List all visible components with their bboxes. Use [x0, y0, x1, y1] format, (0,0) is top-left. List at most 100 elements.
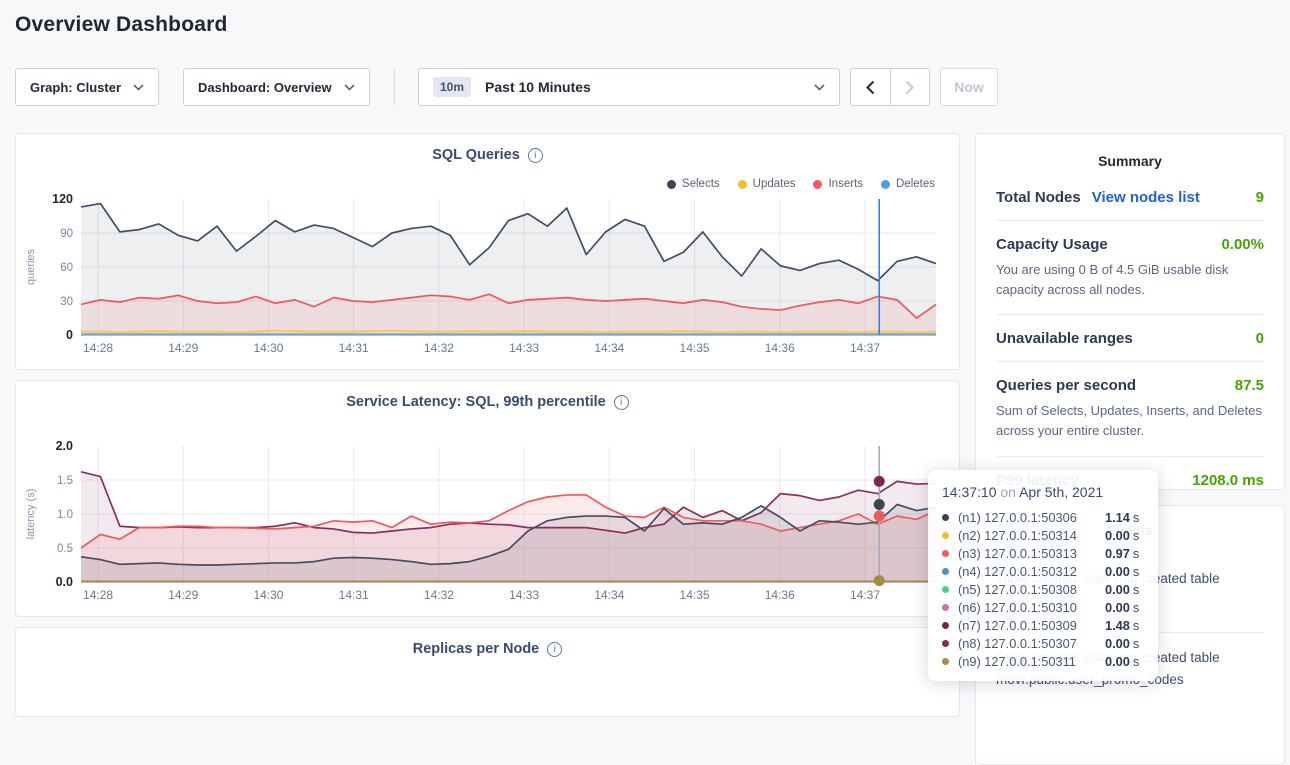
legend-dot-icon: [667, 180, 676, 189]
info-icon[interactable]: i: [528, 148, 543, 163]
tooltip-node-value: 1.14: [1105, 510, 1130, 525]
summary-rows: Total NodesView nodes list9 Capacity Usag…: [976, 174, 1284, 503]
summary-row: Queries per second87.5 Sum of Selects, Up…: [996, 362, 1264, 456]
tooltip-node-value: 0.00: [1105, 528, 1130, 543]
svg-text:14:32: 14:32: [424, 588, 454, 602]
service-latency-chart[interactable]: 14:2814:2914:3014:3114:3214:3314:3414:35…: [16, 436, 961, 616]
tooltip-node-label: (n1) 127.0.0.1:50306: [958, 510, 1105, 525]
chevron-right-icon: [905, 80, 914, 95]
tooltip-node-value: 0.00: [1105, 600, 1130, 615]
series-dot-icon: [942, 658, 949, 665]
tooltip-node-value: 0.00: [1105, 636, 1130, 651]
view-nodes-link[interactable]: View nodes list: [1092, 189, 1200, 206]
tooltip-node-value: 0.00: [1105, 564, 1130, 579]
tooltip-row: (n2) 127.0.0.1:503140.00s: [942, 526, 1144, 544]
tooltip-node-unit: s: [1133, 564, 1139, 579]
tooltip-rows: (n1) 127.0.0.1:503061.14 s (n2) 127.0.0.1:…: [942, 508, 1144, 670]
svg-text:14:36: 14:36: [765, 341, 795, 355]
tooltip-node-unit: s: [1133, 636, 1139, 651]
tooltip-timestamp: 14:37:10 on Apr 5th, 2021: [942, 484, 1144, 500]
tooltip-node-unit: s: [1133, 618, 1139, 633]
tooltip-conjunction: on: [1000, 484, 1016, 500]
chevron-down-icon: [814, 78, 825, 96]
series-dot-icon: [942, 550, 949, 557]
svg-text:0.5: 0.5: [57, 543, 73, 555]
chart-title-text: Service Latency: SQL, 99th percentile: [346, 394, 606, 410]
dashboard-dropdown-label: Dashboard: Overview: [198, 80, 332, 95]
svg-text:1.0: 1.0: [57, 509, 73, 521]
summary-panel: Summary Total NodesView nodes list9Capac…: [975, 133, 1285, 490]
summary-row-label: Capacity Usage: [996, 236, 1108, 253]
tooltip-node-value: 1.48: [1105, 618, 1130, 633]
summary-row-description: Sum of Selects, Updates, Inserts, and De…: [996, 401, 1264, 441]
time-range-dropdown[interactable]: 10m Past 10 Minutes: [418, 68, 840, 106]
service-latency-title: Service Latency: SQL, 99th percentile i: [16, 394, 959, 410]
sql-queries-chart[interactable]: 14:2814:2914:3014:3114:3214:3314:3414:35…: [16, 189, 961, 369]
tooltip-node-unit: s: [1133, 546, 1139, 561]
summary-row: Capacity Usage 0.00% You are using 0 B of …: [996, 221, 1264, 315]
prev-time-button[interactable]: [851, 69, 890, 105]
tooltip-row: (n3) 127.0.0.1:503130.97s: [942, 544, 1144, 562]
next-time-button[interactable]: [890, 69, 930, 105]
summary-row-head: Capacity Usage 0.00%: [996, 236, 1264, 253]
tooltip-row: (n5) 127.0.0.1:503080.00s: [942, 580, 1144, 598]
info-icon[interactable]: i: [614, 395, 629, 410]
now-button[interactable]: Now: [940, 68, 998, 106]
tooltip-node-unit: s: [1133, 582, 1139, 597]
tooltip-node-label: (n5) 127.0.0.1:50308: [958, 582, 1105, 597]
tooltip-node-label: (n2) 127.0.0.1:50314: [958, 528, 1105, 543]
svg-text:14:30: 14:30: [253, 588, 283, 602]
tooltip-node-label: (n7) 127.0.0.1:50309: [958, 618, 1105, 633]
tooltip-node-unit: s: [1133, 654, 1139, 669]
chart-title-text: SQL Queries: [432, 147, 520, 163]
svg-text:14:33: 14:33: [509, 588, 539, 602]
tooltip-row: (n8) 127.0.0.1:503070.00s: [942, 634, 1144, 652]
tooltip-time: 14:37:10: [942, 484, 997, 500]
svg-text:120: 120: [52, 192, 73, 206]
svg-text:queries: queries: [25, 248, 37, 285]
time-range-badge: 10m: [433, 77, 471, 97]
svg-text:14:33: 14:33: [509, 341, 539, 355]
svg-text:14:37: 14:37: [850, 341, 880, 355]
info-icon[interactable]: i: [547, 642, 562, 657]
svg-text:14:34: 14:34: [594, 588, 624, 602]
page-title: Overview Dashboard: [15, 13, 228, 37]
tooltip-node-label: (n8) 127.0.0.1:50307: [958, 636, 1105, 651]
svg-text:14:31: 14:31: [339, 341, 369, 355]
summary-row-value: 87.5: [1235, 377, 1264, 394]
graph-dropdown-label: Graph: Cluster: [30, 80, 121, 95]
svg-text:0.0: 0.0: [56, 575, 73, 589]
tooltip-row: (n6) 127.0.0.1:503100.00s: [942, 598, 1144, 616]
tooltip-node-label: (n9) 127.0.0.1:50311: [958, 654, 1105, 669]
legend-dot-icon: [813, 180, 822, 189]
service-latency-card: Service Latency: SQL, 99th percentile i …: [15, 380, 960, 617]
tooltip-row: (n4) 127.0.0.1:503120.00s: [942, 562, 1144, 580]
legend-dot-icon: [738, 180, 747, 189]
replicas-title: Replicas per Node i: [16, 641, 959, 657]
tooltip-row: (n9) 127.0.0.1:503110.00s: [942, 652, 1144, 670]
summary-row-description: You are using 0 B of 4.5 GiB usable disk…: [996, 260, 1264, 300]
svg-text:0: 0: [66, 328, 73, 342]
sql-queries-card: SQL Queries i SelectsUpdatesInsertsDelet…: [15, 133, 960, 370]
tooltip-node-unit: s: [1133, 600, 1139, 615]
svg-text:latency (s): latency (s): [25, 489, 37, 540]
tooltip-node-value: 0.97: [1105, 546, 1130, 561]
tooltip-node-value: 0.00: [1105, 582, 1130, 597]
dashboard-dropdown[interactable]: Dashboard: Overview: [183, 68, 370, 106]
summary-row-head: Queries per second87.5: [996, 377, 1264, 394]
graph-dropdown[interactable]: Graph: Cluster: [15, 68, 159, 106]
svg-text:2.0: 2.0: [56, 439, 73, 453]
tooltip-node-label: (n4) 127.0.0.1:50312: [958, 564, 1105, 579]
summary-row-head: Total NodesView nodes list9: [996, 189, 1264, 206]
svg-text:14:28: 14:28: [83, 341, 113, 355]
chevron-left-icon: [866, 80, 875, 95]
svg-text:60: 60: [60, 262, 73, 274]
summary-row-value: 0.00%: [1221, 236, 1264, 253]
chart-hover-tooltip: 14:37:10 on Apr 5th, 2021 (n1) 127.0.0.1…: [928, 470, 1158, 681]
tooltip-node-value: 0.00: [1105, 654, 1130, 669]
now-button-label: Now: [954, 79, 984, 95]
svg-text:14:35: 14:35: [680, 341, 710, 355]
series-dot-icon: [942, 532, 949, 539]
series-dot-icon: [942, 586, 949, 593]
series-dot-icon: [942, 568, 949, 575]
